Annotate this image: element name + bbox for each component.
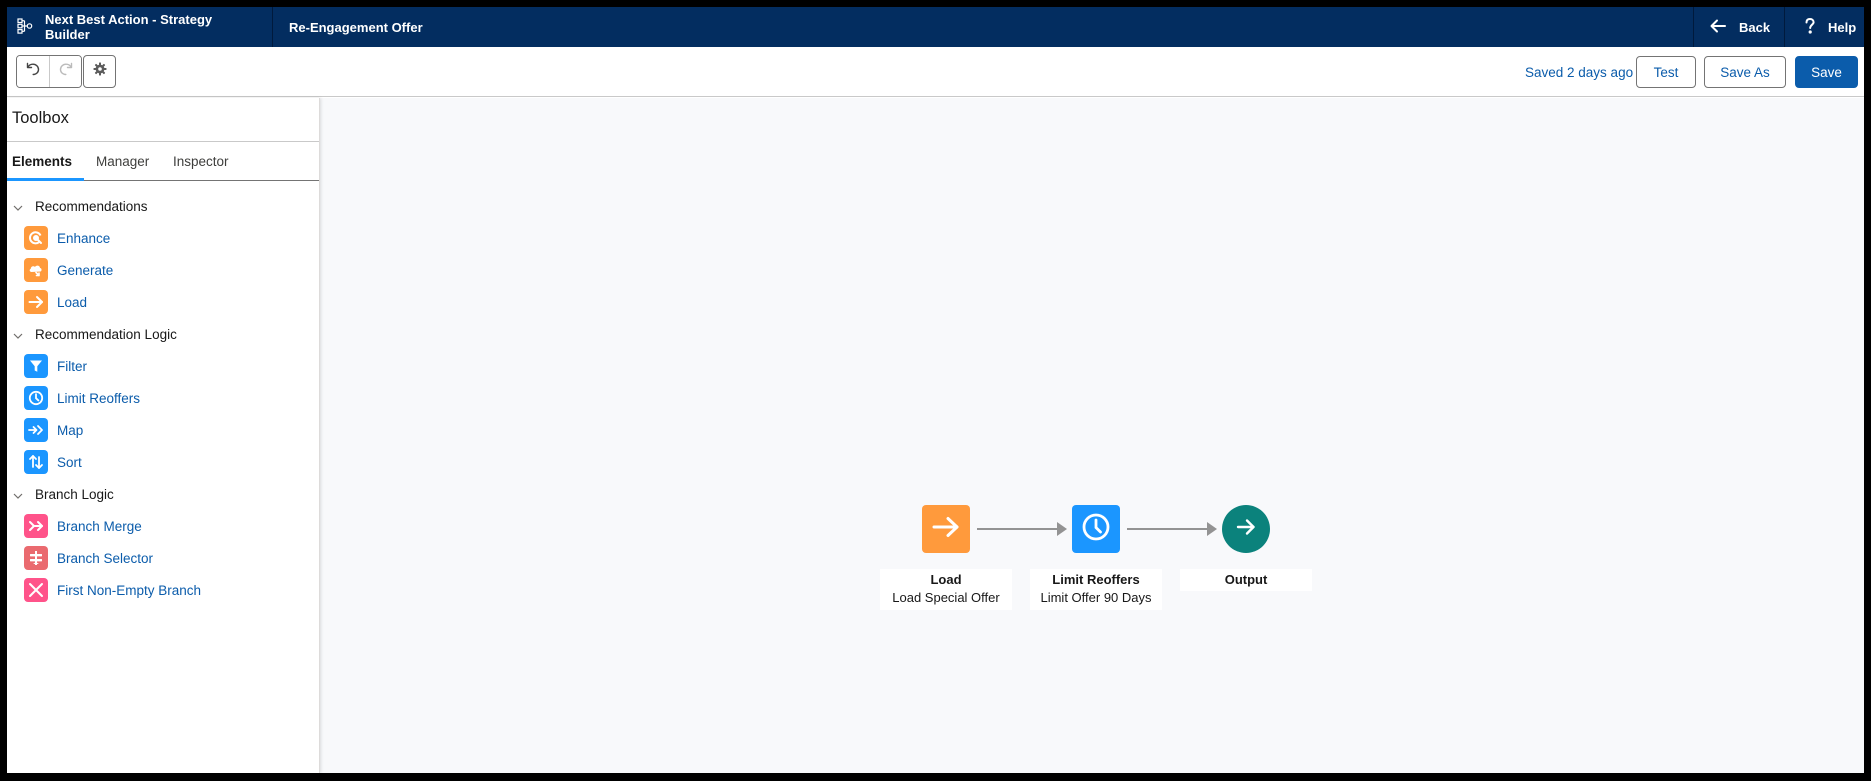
arrow-right-icon: [1236, 518, 1256, 541]
record-title: Re-Engagement Offer: [289, 19, 423, 35]
arrow-right-icon: [24, 290, 48, 314]
redo-icon: [59, 62, 73, 81]
toolbox-title: Toolbox: [12, 109, 69, 127]
connector-load-to-limit-reoffers: [977, 522, 1067, 536]
test-button[interactable]: Test: [1636, 56, 1696, 88]
node-output[interactable]: [1222, 505, 1270, 553]
node-limit-reoffers[interactable]: [1072, 505, 1120, 553]
toolbox-item-limit-reoffers[interactable]: Limit Reoffers: [7, 382, 319, 414]
section-branch-logic[interactable]: Branch Logic: [7, 478, 319, 510]
filter-icon: [24, 354, 48, 378]
item-label: Limit Reoffers: [57, 390, 141, 406]
node-label-limit-reoffers: Limit Reoffers Limit Offer 90 Days: [1030, 569, 1162, 610]
chevron-down-icon: [13, 487, 35, 502]
item-label: Branch Merge: [57, 518, 142, 534]
section-label: Recommendations: [35, 198, 148, 214]
save-button[interactable]: Save: [1795, 56, 1858, 88]
enhance-icon: [24, 226, 48, 250]
section-label: Branch Logic: [35, 486, 114, 502]
question-icon: [1805, 17, 1828, 37]
element-sections: Recommendations Enhance Generate Load Re…: [7, 190, 319, 606]
undo-icon: [26, 62, 40, 81]
item-label: Filter: [57, 358, 87, 374]
chevron-down-icon: [13, 327, 35, 342]
builder-toolbar: Saved 2 days ago Test Save As Save: [7, 47, 1864, 97]
toolbox-item-load[interactable]: Load: [7, 286, 319, 318]
strategy-canvas[interactable]: Load Load Special Offer Limit Reoffers L…: [320, 98, 1864, 773]
node-load[interactable]: [922, 505, 970, 553]
clock-icon: [1081, 512, 1111, 547]
toolbox-panel: Toolbox Elements Manager Inspector Recom…: [7, 98, 320, 773]
generate-cloud-icon: [24, 258, 48, 282]
arrow-right-icon: [932, 516, 960, 543]
node-title: Output: [1224, 572, 1268, 587]
gear-icon: [93, 62, 107, 81]
toolbox-item-filter[interactable]: Filter: [7, 350, 319, 382]
toolbox-item-first-non-empty-branch[interactable]: First Non-Empty Branch: [7, 574, 319, 606]
chevron-down-icon: [13, 199, 35, 214]
saved-status: Saved 2 days ago: [1525, 65, 1634, 80]
branch-selector-icon: [24, 546, 48, 570]
back-button[interactable]: Back: [1693, 7, 1784, 47]
connector-limit-reoffers-to-output: [1127, 522, 1217, 536]
item-label: Generate: [57, 262, 114, 278]
section-recommendation-logic[interactable]: Recommendation Logic: [7, 318, 319, 350]
toolbox-item-branch-merge[interactable]: Branch Merge: [7, 510, 319, 542]
node-label-load: Load Load Special Offer: [880, 569, 1012, 610]
redo-button[interactable]: [49, 56, 81, 87]
save-as-button[interactable]: Save As: [1704, 56, 1786, 88]
undo-redo-group: [16, 55, 82, 88]
branch-merge-icon: [24, 514, 48, 538]
node-subtitle: Load Special Offer: [892, 590, 1000, 605]
strategy-hierarchy-icon: [17, 17, 45, 37]
app-brand: Next Best Action - Strategy Builder: [7, 7, 273, 47]
settings-button[interactable]: [83, 55, 116, 88]
close-x-icon: [24, 578, 48, 602]
node-label-output: Output: [1180, 569, 1312, 591]
item-label: Load: [57, 294, 88, 310]
item-label: Map: [57, 422, 84, 438]
node-title: Limit Reoffers: [1052, 572, 1140, 587]
item-label: First Non-Empty Branch: [57, 582, 202, 598]
tab-elements[interactable]: Elements: [7, 142, 84, 181]
toolbox-item-map[interactable]: Map: [7, 414, 319, 446]
section-label: Recommendation Logic: [35, 326, 177, 342]
toolbox-item-branch-selector[interactable]: Branch Selector: [7, 542, 319, 574]
toolbox-item-enhance[interactable]: Enhance: [7, 222, 319, 254]
node-subtitle: Limit Offer 90 Days: [1040, 590, 1152, 605]
strategy-builder-app: Next Best Action - Strategy Builder Re-E…: [7, 7, 1864, 773]
toolbox-item-generate[interactable]: Generate: [7, 254, 319, 286]
item-label: Sort: [57, 454, 82, 470]
global-header: Next Best Action - Strategy Builder Re-E…: [7, 7, 1864, 47]
node-title: Load: [930, 572, 962, 587]
toolbox-tabs: Elements Manager Inspector: [7, 142, 319, 181]
sort-icon: [24, 450, 48, 474]
toolbox-item-sort[interactable]: Sort: [7, 446, 319, 478]
undo-button[interactable]: [17, 56, 49, 87]
item-label: Branch Selector: [57, 550, 154, 566]
help-label: Help: [1828, 19, 1857, 35]
section-recommendations[interactable]: Recommendations: [7, 190, 319, 222]
app-title: Next Best Action - Strategy Builder: [45, 12, 213, 42]
tab-manager[interactable]: Manager: [84, 142, 161, 180]
map-arrows-icon: [24, 418, 48, 442]
help-button[interactable]: Help: [1784, 7, 1864, 47]
arrow-left-icon: [1710, 19, 1739, 36]
item-label: Enhance: [57, 230, 111, 246]
tab-inspector[interactable]: Inspector: [161, 142, 241, 180]
clock-icon: [24, 386, 48, 410]
back-label: Back: [1739, 19, 1771, 35]
